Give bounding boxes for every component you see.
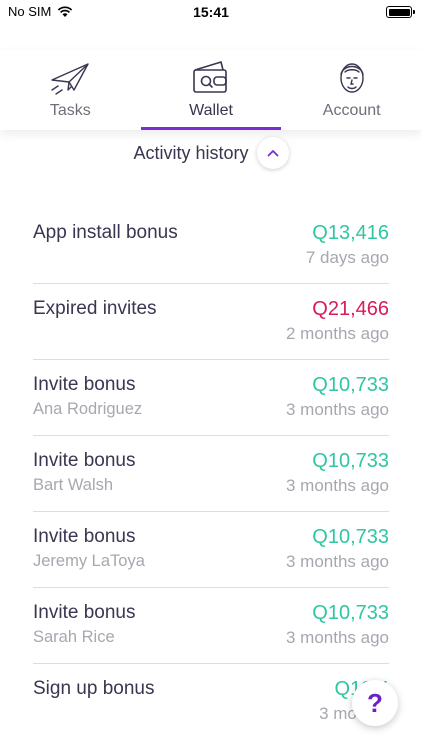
transaction-time: 2 months ago (285, 324, 389, 343)
transaction-row[interactable]: Invite bonus Ana Rodriguez Q10,733 3 months… (33, 360, 389, 436)
transaction-title: Sign up bonus (33, 678, 155, 699)
transaction-row[interactable]: App install bonus Q13,416 7 days ago (33, 208, 389, 284)
collapse-button[interactable] (256, 137, 289, 169)
transaction-amount: Q10,733 (312, 526, 389, 548)
status-bar: No SIM 15:41 (0, 0, 422, 24)
transaction-title: App install bonus (33, 222, 178, 243)
battery-icon (386, 6, 415, 18)
transaction-title: Invite bonus (33, 374, 136, 395)
tab-label-account: Account (322, 102, 381, 119)
transaction-amount: Q21,466 (312, 298, 389, 320)
transaction-time: 3 months ago (285, 552, 389, 571)
transaction-time: 3 months ago (285, 476, 389, 495)
wallet-icon (193, 61, 227, 93)
transaction-list: App install bonus Q13,416 7 days ago Expire… (33, 208, 389, 740)
help-button[interactable]: ? (352, 680, 398, 726)
transaction-subtitle: Ana Rodriguez (33, 400, 143, 418)
transaction-title: Invite bonus (33, 450, 136, 471)
transaction-row[interactable]: Sign up bonusQ13,43 months (33, 664, 389, 740)
transaction-time: 3 months ago (285, 400, 389, 419)
active-tab-indicator (140, 127, 282, 130)
tab-tasks[interactable]: Tasks (0, 50, 141, 130)
help-label: ? (367, 687, 383, 718)
transaction-time: 7 days ago (305, 248, 389, 267)
tab-account[interactable]: Account (281, 50, 422, 130)
activity-header: Activity history (0, 136, 422, 170)
transaction-subtitle: Sarah Rice (33, 628, 115, 646)
transaction-amount: Q10,733 (312, 374, 389, 396)
transaction-title: Expired invites (33, 298, 157, 319)
tab-label-wallet: Wallet (189, 102, 233, 119)
transaction-row[interactable]: Invite bonus Jeremy LaToya Q10,733 3 months… (33, 512, 389, 588)
transaction-subtitle: Bart Walsh (33, 476, 114, 494)
tab-wallet[interactable]: Wallet (140, 50, 282, 130)
transaction-amount: Q13,416 (312, 222, 389, 244)
transaction-amount: Q10,733 (312, 450, 389, 472)
status-time: 15:41 (193, 4, 229, 20)
tab-bar: Tasks Wallet Account (0, 50, 422, 130)
activity-title: Activity history (133, 142, 249, 163)
transaction-subtitle: Jeremy LaToya (33, 552, 145, 570)
transaction-time: 3 months ago (285, 628, 389, 647)
transaction-title: Invite bonus (33, 526, 136, 547)
transaction-row[interactable]: Expired invites Q21,466 2 months ago (33, 284, 389, 360)
transaction-row[interactable]: Invite bonus Bart Walsh Q10,733 3 months ag… (33, 436, 389, 512)
paper-plane-icon (51, 63, 90, 95)
transaction-amount: Q10,733 (312, 602, 389, 624)
transaction-title: Invite bonus (33, 602, 136, 623)
face-icon (339, 63, 364, 93)
tab-label-tasks: Tasks (49, 102, 91, 119)
chevron-up-icon (267, 150, 278, 157)
transaction-row[interactable]: Invite bonus Sarah Rice Q10,733 3 months ag… (33, 588, 389, 664)
